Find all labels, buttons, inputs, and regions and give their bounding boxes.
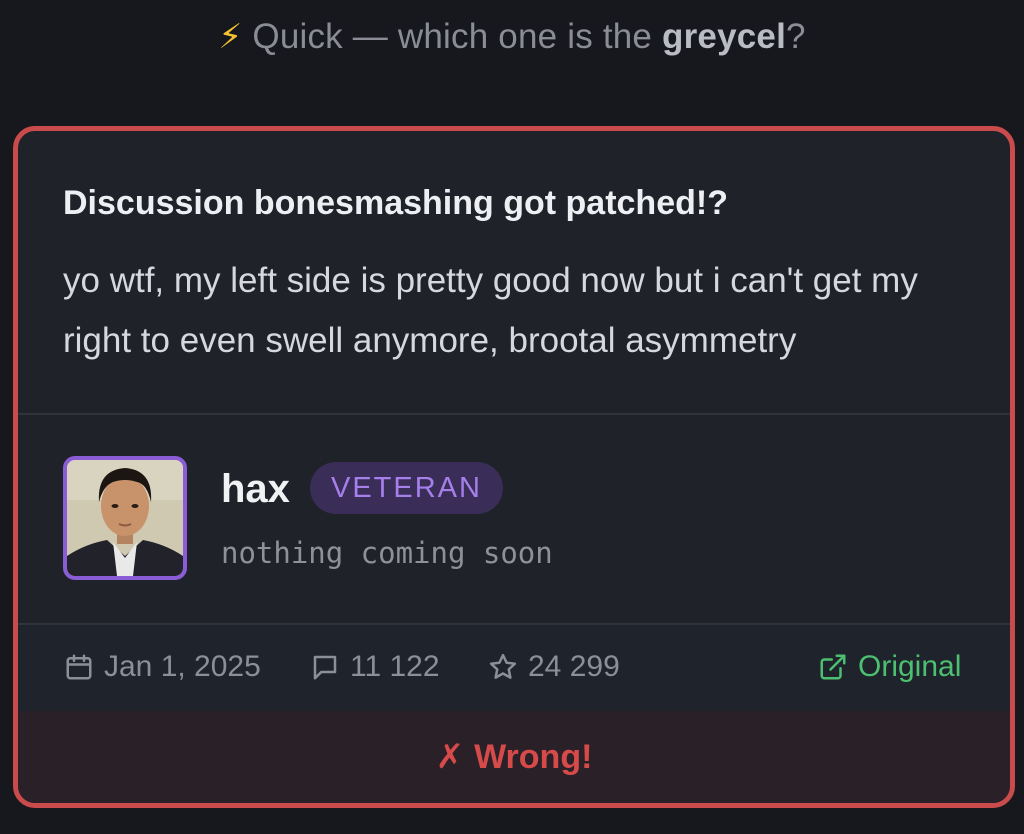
post-meta-row: Jan 1, 2025 11 122 24 299 Original: [18, 625, 1010, 711]
author-username[interactable]: hax: [221, 464, 290, 514]
comment-count-label: 11 122: [350, 650, 440, 683]
avatar-portrait-icon: [67, 460, 183, 576]
verdict-banner: ✗ Wrong!: [18, 711, 1010, 803]
divider: [18, 413, 1010, 415]
prompt-prefix: Quick — which one is the: [252, 17, 663, 56]
lightning-icon: ⚡: [218, 18, 243, 56]
prompt-emphasis: greycel: [662, 17, 787, 56]
comment-icon: [313, 655, 337, 680]
star-icon: [489, 653, 517, 679]
post-body: yo wtf, my left side is pretty good now …: [63, 261, 918, 360]
post-content: Discussion bonesmashing got patched!? yo…: [18, 131, 1010, 413]
veteran-badge: VETERAN: [310, 462, 503, 514]
avatar: [63, 456, 187, 580]
cross-icon: ✗: [435, 738, 465, 776]
star-count: 24 299: [488, 647, 620, 687]
comment-count: 11 122: [310, 647, 440, 687]
author-tagline: nothing coming soon: [221, 536, 553, 570]
verdict-label: Wrong!: [474, 737, 593, 776]
post-title: Discussion bonesmashing got patched!?: [63, 184, 728, 222]
prompt-suffix: ?: [786, 17, 806, 56]
post-date: Jan 1, 2025: [64, 647, 261, 687]
original-link[interactable]: Original: [818, 647, 961, 687]
external-link-icon: [820, 654, 846, 680]
post-card[interactable]: Discussion bonesmashing got patched!? yo…: [13, 126, 1015, 808]
calendar-icon: [66, 654, 92, 680]
original-link-label: Original: [858, 650, 962, 683]
quiz-prompt: ⚡ Quick — which one is the greycel?: [0, 12, 1024, 62]
post-date-label: Jan 1, 2025: [104, 650, 261, 683]
star-count-label: 24 299: [528, 650, 620, 683]
